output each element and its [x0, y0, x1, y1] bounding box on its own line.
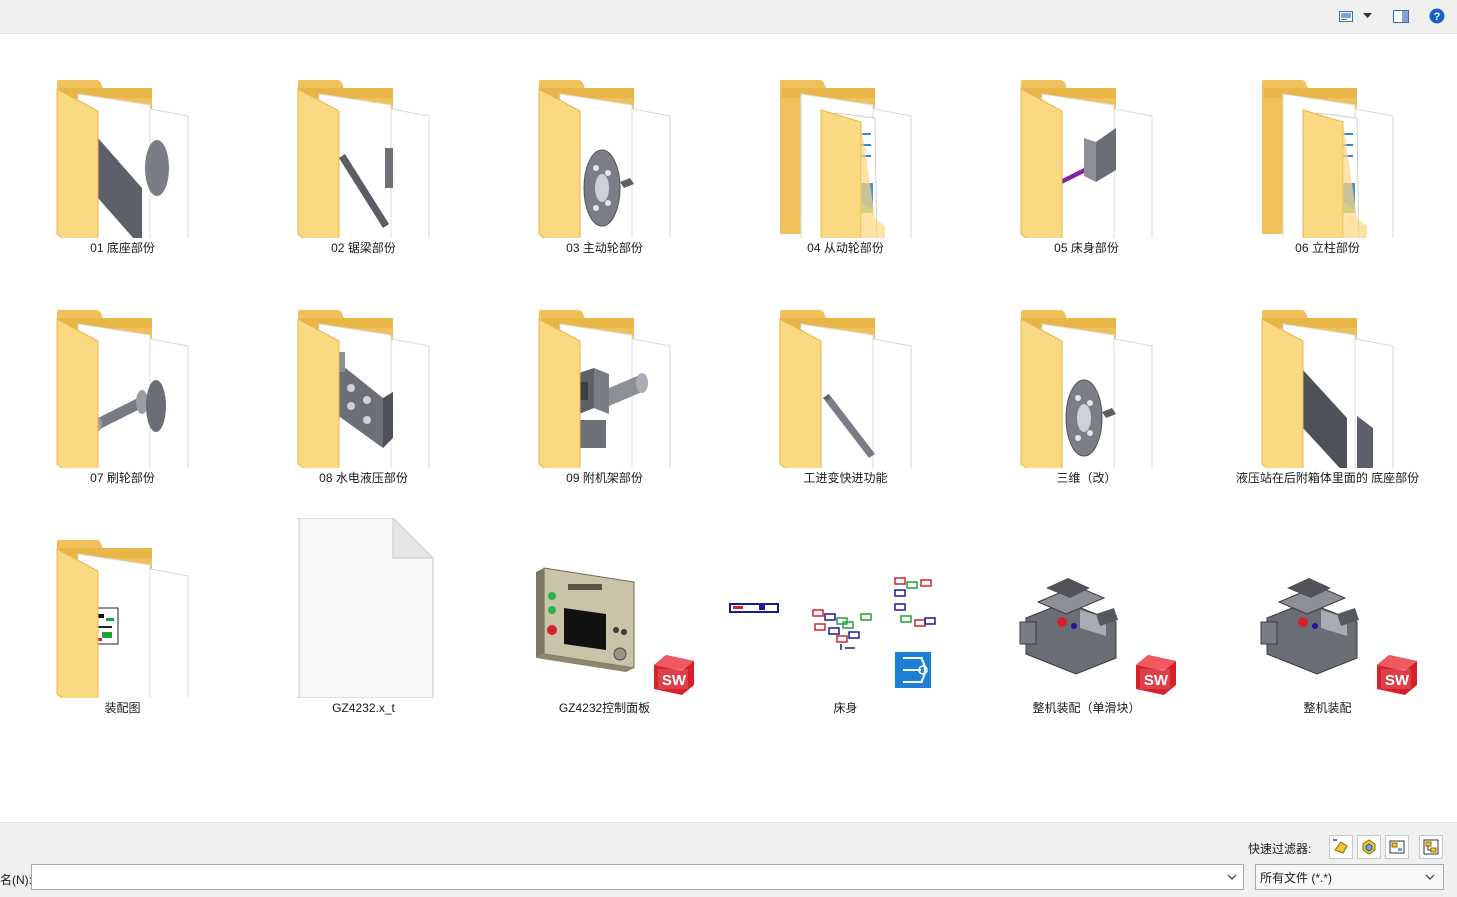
folder-icon [966, 288, 1207, 468]
chevron-down-icon [1227, 874, 1237, 880]
svg-text:SW: SW [1144, 672, 1169, 689]
item-label: GZ4232.x_t [332, 701, 395, 715]
filter-top-level-icon [1423, 839, 1439, 855]
file-item[interactable]: SW 整机装配（单滑块） [966, 518, 1207, 743]
folder-icon [2, 518, 243, 698]
item-label: 03 主动轮部份 [566, 241, 643, 255]
folder-item[interactable]: 06 立柱部份 [1207, 58, 1448, 283]
item-label: 07 刷轮部份 [90, 471, 155, 485]
folder-item[interactable]: 装配图 [2, 518, 243, 743]
folder-icon [243, 58, 484, 238]
folder-item[interactable]: 02 锯梁部份 [243, 58, 484, 283]
folder-item[interactable]: 05 床身部份 [966, 58, 1207, 283]
bottom-bar: 快速过滤器: 名(N): 所有文件 (*.*) [0, 822, 1457, 897]
folder-item[interactable]: 工进变快进功能 [725, 288, 966, 513]
item-label: 装配图 [104, 701, 141, 715]
folder-item[interactable]: 液压站在后附箱体里面的 底座部份 [1207, 288, 1448, 513]
item-label: 整机装配（单滑块） [1032, 701, 1141, 715]
folder-item[interactable]: 三维（改） [966, 288, 1207, 513]
file-type-value: 所有文件 (*.*) [1260, 870, 1333, 885]
drawing-thumbnail [725, 518, 966, 698]
folder-item[interactable]: 04 从动轮部份 [725, 58, 966, 283]
folder-icon [243, 288, 484, 468]
folder-icon [484, 58, 725, 238]
folder-item[interactable]: 09 附机架部份 [484, 288, 725, 513]
file-type-select[interactable]: 所有文件 (*.*) [1255, 864, 1444, 890]
item-label: 01 底座部份 [90, 241, 155, 255]
top-toolbar: ? [0, 0, 1457, 34]
folder-icon [2, 58, 243, 238]
file-name-label: 名(N): [0, 873, 32, 887]
file-item[interactable]: GZ4232.x_t [243, 518, 484, 743]
filter-top-level-button[interactable] [1419, 835, 1443, 859]
filter-parts-icon [1333, 839, 1348, 854]
file-name-dropdown[interactable] [1224, 869, 1240, 885]
chevron-down-icon[interactable] [1360, 7, 1374, 25]
folder-icon [484, 288, 725, 468]
filter-drawings-button[interactable] [1385, 835, 1409, 859]
solidworks-part-thumbnail: SW [484, 518, 725, 698]
filter-assemblies-button[interactable] [1357, 835, 1381, 859]
file-name-input[interactable] [31, 864, 1244, 890]
item-label: 床身 [833, 701, 858, 715]
item-label: 08 水电液压部份 [319, 471, 408, 485]
folder-item[interactable]: 01 底座部份 [2, 58, 243, 283]
filter-assemblies-icon [1362, 839, 1376, 855]
folder-item[interactable]: 03 主动轮部份 [484, 58, 725, 283]
folder-icon [725, 288, 966, 468]
file-item[interactable]: SW GZ4232控制面板 [484, 518, 725, 743]
item-label: 02 锯梁部份 [331, 241, 396, 255]
chevron-down-icon [1425, 874, 1435, 880]
blank-file-icon [243, 518, 484, 698]
item-label: 05 床身部份 [1054, 241, 1119, 255]
file-item[interactable]: SW 整机装配 [1207, 518, 1448, 743]
item-label: GZ4232控制面板 [558, 701, 651, 715]
folder-item[interactable]: 08 水电液压部份 [243, 288, 484, 513]
solidworks-assembly-thumbnail: SW [966, 518, 1207, 698]
file-item[interactable]: 床身 [725, 518, 966, 743]
folder-item[interactable]: 07 刷轮部份 [2, 288, 243, 513]
solidworks-assembly-thumbnail: SW [1207, 518, 1448, 698]
item-label: 整机装配 [1303, 701, 1352, 715]
item-label: 工进变快进功能 [803, 471, 888, 485]
item-label: 液压站在后附箱体里面的 底座部份 [1235, 471, 1420, 485]
file-grid: 01 底座部份 02 锯梁部份 03 主动轮部份 04 从动轮部份 05 床身部份 06 … [0, 34, 1457, 822]
folder-icon [725, 58, 966, 238]
item-label: 04 从动轮部份 [807, 241, 884, 255]
svg-text:SW: SW [662, 672, 687, 689]
folder-icon [1207, 58, 1448, 238]
item-label: 三维（改） [1056, 471, 1117, 485]
item-label: 09 附机架部份 [566, 471, 643, 485]
svg-text:SW: SW [1385, 672, 1410, 689]
quick-filter-label: 快速过滤器: [1248, 842, 1312, 856]
item-label: 06 立柱部份 [1295, 241, 1360, 255]
help-icon[interactable]: ? [1428, 7, 1446, 25]
svg-text:?: ? [1434, 11, 1441, 23]
folder-icon [966, 58, 1207, 238]
folder-icon [1207, 288, 1448, 468]
filter-drawings-icon [1389, 840, 1405, 854]
preview-pane-icon[interactable] [1392, 7, 1410, 25]
filter-parts-button[interactable] [1329, 835, 1353, 859]
view-thumbnails-icon[interactable] [1338, 7, 1354, 25]
folder-icon [2, 288, 243, 468]
